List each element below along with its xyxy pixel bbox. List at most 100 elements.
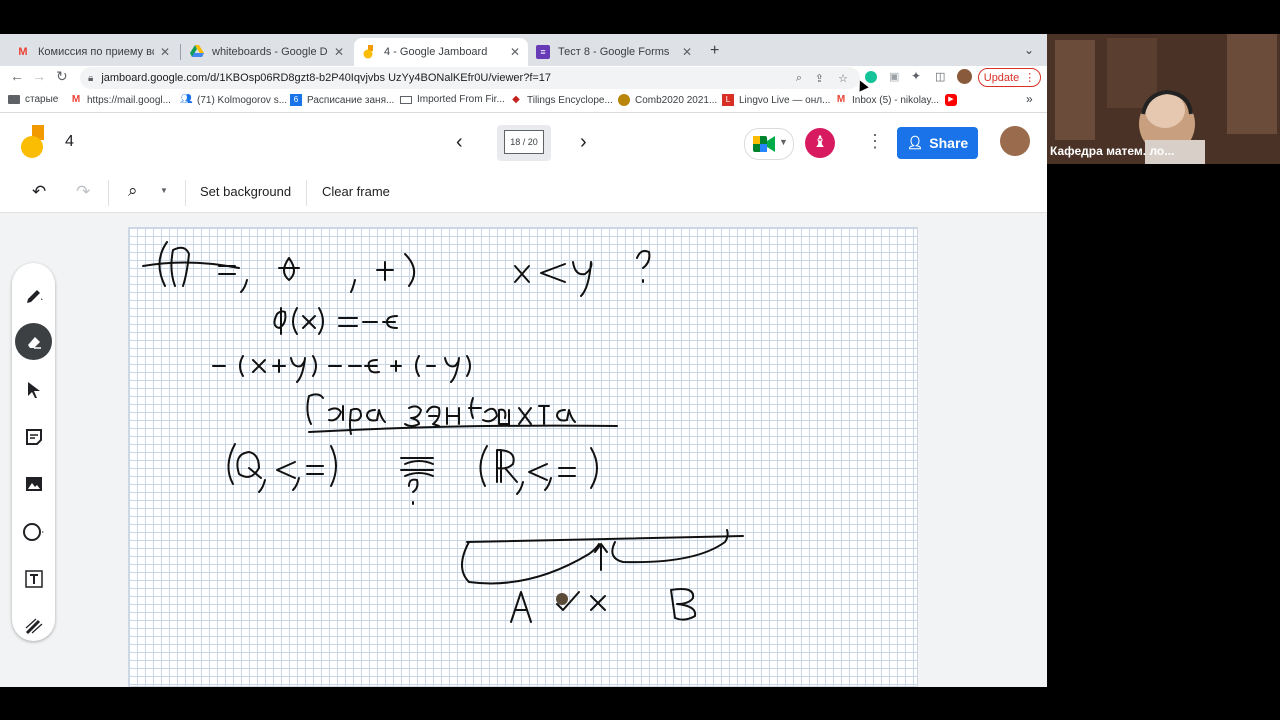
side-panel-icon[interactable]: ◫ [935,70,945,83]
text-box-tool[interactable] [15,560,52,597]
bookmarks-bar: старые Mhttps://mail.googl... 👥︎ (71) Kol… [0,90,1047,113]
forward-icon[interactable]: → [32,68,46,84]
image-tool[interactable] [15,465,52,502]
whiteboard-frame[interactable] [128,227,918,687]
folder-icon [400,95,412,104]
back-icon[interactable]: ← [10,68,24,84]
forms-icon: ≡ [536,45,550,59]
lingvo-icon: L [722,94,734,106]
laser-icon [25,618,42,634]
bookmark-item[interactable]: ◆ Tilings Encyclope... [510,94,613,106]
tiling-icon: ◆ [512,94,520,105]
zoom-dropdown-icon[interactable]: ▼ [160,186,168,195]
cursor-avatar [556,593,568,605]
jam-title[interactable]: 4 [65,133,74,151]
share-page-icon[interactable]: ⇪ [815,72,824,85]
bookmark-item[interactable]: Mhttps://mail.googl... [70,94,171,106]
bookmark-item[interactable]: L Lingvo Live — онл... [722,94,830,106]
sticky-note-tool[interactable] [15,418,52,455]
people-icon: 👥︎ [180,94,193,105]
participant-name: Кафедра матем. ло... [1050,144,1175,158]
calendar-icon: 6 [290,94,302,106]
new-tab-button[interactable]: + [710,42,719,60]
bookmark-item[interactable]: M Inbox (5) - nikolay... [835,94,939,106]
set-background-button[interactable]: Set background [200,184,291,199]
jamboard-toolbar: ↶ ↷ ⌕ ▼ Set background Clear frame [0,174,1047,213]
tool-sidebar [12,263,55,641]
shape-tool[interactable] [15,513,52,550]
bookmark-item[interactable]: Imported From Fir... [400,94,505,105]
tab-commission[interactable]: M Комиссия по приему вступит ✕ [8,38,178,66]
address-bar[interactable]: 🔒︎ jamboard.google.com/d/1KBOsp06RD8gzt8… [80,67,860,89]
image-icon [25,476,42,491]
pen-icon [26,289,43,303]
comb-icon [618,94,630,106]
handwriting-drawing [142,241,744,623]
url-text: jamboard.google.com/d/1KBOsp06RD8gzt8-b2… [101,72,552,84]
sticky-note-icon [25,428,42,445]
puzzle-icon[interactable]: ✦ [911,69,921,83]
meet-icon [753,136,775,152]
undo-icon[interactable]: ↶ [32,182,46,202]
reload-icon[interactable]: ↻ [56,68,68,85]
text-box-icon [24,569,43,588]
user-avatar[interactable] [1000,126,1030,156]
bookmark-item[interactable]: 👥︎ (71) Kolmogorov s... [180,94,287,106]
browser-window: M Комиссия по приему вступит ✕ whiteboar… [0,34,1047,687]
gmail-icon: M [71,94,81,105]
grammarly-icon[interactable] [865,71,877,83]
person-add-icon: 👤︎ [906,135,924,150]
gmail-icon: M [836,94,846,105]
tab-strip: M Комиссия по приему вступит ✕ whiteboar… [0,34,1047,66]
meet-button[interactable]: ▼ [744,128,794,160]
browser-toolbar: ← → ↻ 🔒︎ jamboard.google.com/d/1KBOsp06R… [0,66,1047,90]
close-icon[interactable]: ✕ [160,45,170,59]
frame-bar-toggle[interactable]: 18 / 20 [497,125,551,161]
close-icon[interactable]: ✕ [510,45,520,59]
tab-search-chevron-icon[interactable]: ⌄ [1024,43,1034,57]
jamboard-header: 4 ‹ 18 / 20 › ▼ ♝ ⋮ 👤︎ Share [0,113,1047,173]
tab-drive[interactable]: whiteboards - Google Drive ✕ [182,38,352,66]
frame-counter: 18 / 20 [504,130,544,154]
share-button[interactable]: 👤︎ Share [897,127,978,159]
zoom-icon[interactable]: ⌕ [128,181,138,201]
tab-jamboard[interactable]: 4 - Google Jamboard ✕ [354,38,528,66]
bookmark-star-icon[interactable]: ☆ [838,72,848,85]
next-frame-icon[interactable]: › [580,131,587,154]
drive-icon [190,45,204,59]
video-feed: Кафедра матем. ло... [1047,34,1280,164]
jamboard-icon [362,45,376,59]
laser-tool[interactable] [15,607,52,644]
bookmark-item[interactable]: старые [8,94,58,105]
extension-icon[interactable]: ▣ [889,70,899,83]
more-options-icon[interactable]: ⋮ [866,131,884,152]
account-avatar[interactable]: ♝ [805,128,835,158]
close-icon[interactable]: ✕ [682,45,692,59]
pen-tool[interactable] [15,277,52,314]
gmail-icon: M [18,46,28,58]
select-icon [27,381,40,398]
clear-frame-button[interactable]: Clear frame [322,184,390,199]
lock-icon: 🔒︎ [88,72,94,84]
folder-icon [8,95,20,104]
youtube-icon: ▶ [945,94,957,106]
chevron-down-icon: ▼ [779,137,788,147]
close-icon[interactable]: ✕ [334,45,344,59]
workspace [0,213,1047,687]
more-vert-icon: ⋮ [1024,72,1036,84]
tab-forms[interactable]: ≡ Тест 8 - Google Forms ✕ [528,38,700,66]
bookmark-item[interactable]: Comb2020 2021... [618,94,717,106]
bookmark-item[interactable]: ▶ [945,94,962,106]
previous-frame-icon[interactable]: ‹ [456,131,463,154]
select-tool[interactable] [15,371,52,408]
eraser-tool[interactable] [15,323,52,360]
update-button[interactable]: Update ⋮ [978,68,1041,87]
profile-avatar[interactable] [957,69,972,84]
zoom-icon[interactable]: ⌕ [796,72,802,85]
more-bookmarks-button[interactable]: » [1026,92,1033,106]
eraser-icon [27,336,41,349]
redo-icon[interactable]: ↷ [76,182,90,202]
bookmark-item[interactable]: 6 Расписание заня... [290,94,394,106]
jamboard-logo[interactable] [21,125,45,159]
circle-icon [22,522,44,541]
